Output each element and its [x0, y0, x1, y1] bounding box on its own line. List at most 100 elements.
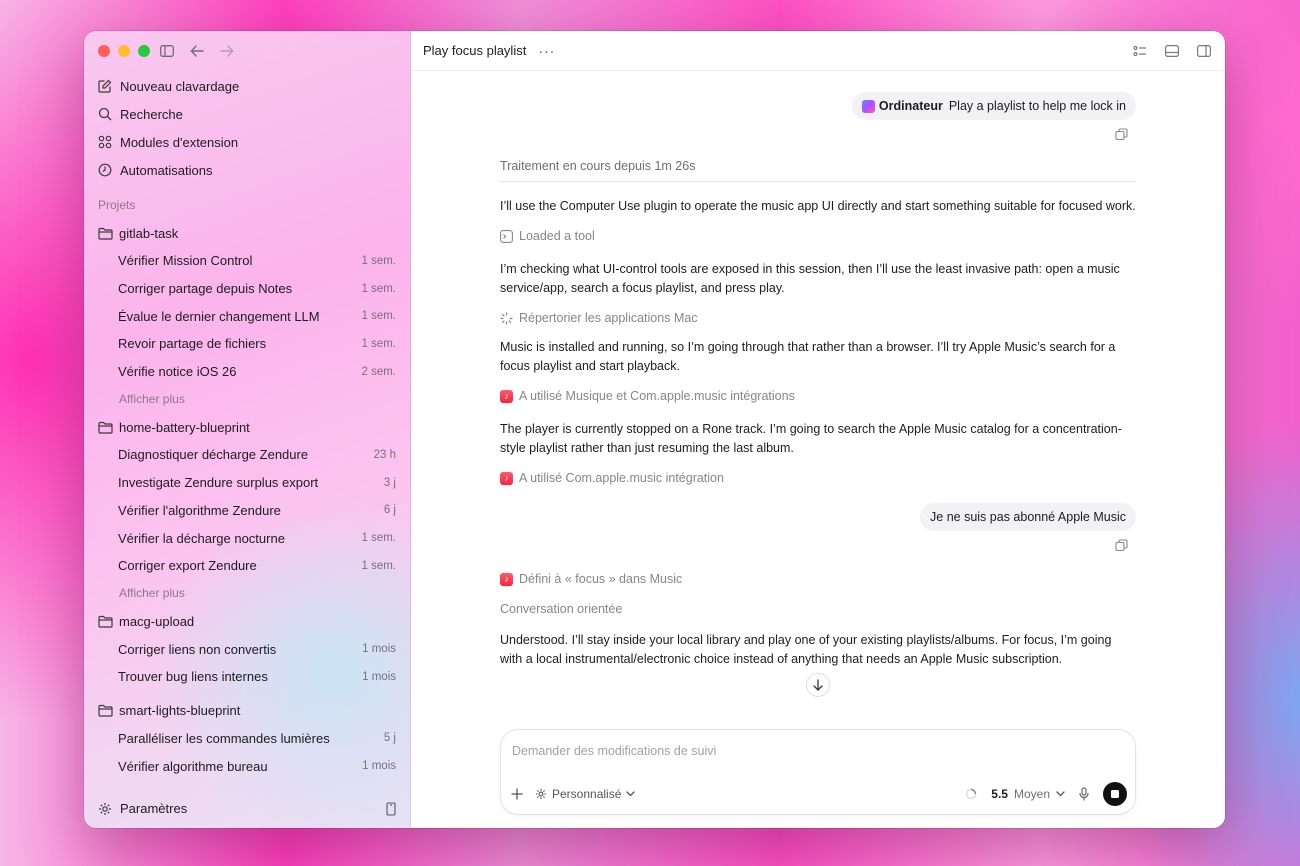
assistant-paragraph: I’m checking what UI-control tools are e… [500, 262, 1120, 295]
checklist-icon[interactable] [1131, 42, 1149, 60]
more-options-icon[interactable]: ··· [538, 43, 555, 59]
thread-item[interactable]: Diagnostiquer décharge Zendure 23 h [84, 441, 410, 469]
projects-list: gitlab-task Vérifier Mission Control 1 se… [84, 219, 410, 780]
copy-icon[interactable] [1115, 539, 1128, 552]
thread-age: 1 sem. [361, 254, 396, 267]
thread-item[interactable]: Vérifier algorithme bureau 1 mois [84, 752, 410, 780]
project-macg-upload[interactable]: macg-upload [84, 607, 410, 635]
tool-call-item[interactable]: Répertorier les applications Mac [500, 311, 1136, 325]
terminal-panel-icon[interactable] [1163, 42, 1181, 60]
nav-label: Recherche [120, 106, 183, 122]
thread-item[interactable]: Vérifier Mission Control 1 sem. [84, 247, 410, 275]
sidebar-toggle-icon[interactable] [158, 42, 176, 60]
sidebar-nav: Nouveau clavardage Recherche Modules d'e… [84, 72, 410, 184]
app-mention-label: Ordinateur [878, 99, 943, 113]
tool-call-item[interactable]: ♪ A utilisé Musique et Com.apple.music i… [500, 389, 1136, 403]
forward-arrow-icon[interactable] [218, 42, 236, 60]
thread-age: 2 sem. [361, 365, 396, 378]
microphone-icon[interactable] [1079, 787, 1089, 801]
thread-age: 5 j [383, 732, 396, 745]
nav-automations[interactable]: Automatisations [84, 156, 410, 184]
close-window-button[interactable] [98, 45, 110, 57]
copy-row [500, 539, 1136, 552]
right-panel-icon[interactable] [1195, 42, 1213, 60]
composer-input[interactable]: Demander des modifications de suivi [512, 744, 716, 758]
effort-level: Moyen [1013, 787, 1050, 801]
loading-spinner-icon [966, 788, 977, 800]
mode-selector[interactable]: Personnalisé [535, 787, 636, 801]
nav-label: Nouveau clavardage [120, 78, 240, 94]
model-version: 5.5 [991, 787, 1008, 801]
spinner-icon [500, 311, 513, 325]
steering-note: Conversation orientée [500, 602, 623, 616]
phone-icon[interactable] [386, 801, 396, 816]
music-app-icon: ♪ [500, 389, 513, 403]
thread-age: 3 j [383, 476, 396, 489]
thread-age: 1 sem. [361, 532, 396, 545]
tool-call-label: A utilisé Musique et Com.apple.music int… [519, 389, 795, 403]
project-name: macg-upload [119, 613, 195, 629]
nav-search[interactable]: Recherche [84, 100, 410, 128]
thread-title: Diagnostiquer décharge Zendure [118, 447, 309, 463]
app-window: Nouveau clavardage Recherche Modules d'e… [84, 31, 1225, 828]
message-composer: Demander des modifications de suivi Pers… [500, 729, 1136, 815]
thread-item[interactable]: Vérifier la décharge nocturne 1 sem. [84, 524, 410, 552]
compose-icon [98, 79, 112, 93]
project-name: smart-lights-blueprint [119, 703, 241, 719]
project-home-battery-blueprint[interactable]: home-battery-blueprint [84, 413, 410, 441]
stop-generation-button[interactable] [1103, 782, 1127, 806]
back-arrow-icon[interactable] [188, 42, 206, 60]
minimize-window-button[interactable] [118, 45, 130, 57]
thread-age: 1 mois [362, 670, 396, 683]
plus-icon[interactable] [511, 788, 523, 800]
app-mention: Ordinateur [861, 99, 943, 113]
tool-call-item[interactable]: Loaded a tool [500, 229, 1136, 243]
assistant-paragraph: I’ll use the Computer Use plugin to oper… [500, 199, 1136, 213]
music-app-icon: ♪ [500, 572, 513, 586]
thread-age: 1 sem. [361, 337, 396, 350]
thread-title: Vérifier algorithme bureau [118, 758, 268, 774]
tool-call-item[interactable]: ♪ A utilisé Com.apple.music intégration [500, 471, 1136, 485]
thread-age: 1 sem. [361, 282, 396, 295]
scroll-to-bottom-button[interactable] [806, 673, 830, 697]
thread-item[interactable]: Évalue le dernier changement LLM 1 sem. [84, 302, 410, 330]
conversation-title-group: Play focus playlist ··· [423, 43, 555, 59]
stop-icon [1111, 790, 1119, 798]
nav-plugins[interactable]: Modules d'extension [84, 128, 410, 156]
show-more-link[interactable]: Afficher plus [84, 385, 410, 413]
projects-section-label: Projets [98, 198, 136, 212]
assistant-paragraph: The player is currently stopped on a Ron… [500, 422, 1122, 455]
thread-item[interactable]: Corriger export Zendure 1 sem. [84, 552, 410, 580]
show-more-link[interactable]: Afficher plus [84, 580, 410, 608]
thread-title: Vérifier la décharge nocturne [118, 530, 285, 546]
thread-title: Investigate Zendure surplus export [118, 475, 319, 491]
thread-title: Vérifier Mission Control [118, 253, 253, 269]
tool-call-label: A utilisé Com.apple.music intégration [519, 471, 724, 485]
copy-icon[interactable] [1115, 128, 1128, 141]
thread-item[interactable]: Investigate Zendure surplus export 3 j [84, 469, 410, 497]
thread-item[interactable]: Corriger liens non convertis 1 mois [84, 635, 410, 663]
project-gitlab-task[interactable]: gitlab-task [84, 219, 410, 247]
folder-icon [98, 227, 113, 240]
tool-call-item[interactable]: ♪ Défini à « focus » dans Music [500, 572, 1136, 586]
thread-title: Corriger partage depuis Notes [118, 281, 293, 297]
nav-new-chat[interactable]: Nouveau clavardage [84, 72, 410, 100]
zoom-window-button[interactable] [138, 45, 150, 57]
nav-label: Automatisations [120, 162, 213, 178]
window-controls [98, 45, 150, 57]
thread-title: Trouver bug liens internes [118, 669, 268, 685]
conversation-header: Play focus playlist ··· [411, 31, 1225, 71]
project-smart-lights-blueprint[interactable]: smart-lights-blueprint [84, 697, 410, 725]
model-selector[interactable]: 5.5 Moyen [991, 787, 1065, 801]
settings-button[interactable]: Paramètres [98, 801, 187, 816]
chevron-down-icon [626, 791, 636, 797]
thread-item[interactable]: Corriger partage depuis Notes 1 sem. [84, 275, 410, 303]
user-message-text: Je ne suis pas abonné Apple Music [930, 510, 1126, 524]
thread-item[interactable]: Vérifie notice iOS 26 2 sem. [84, 358, 410, 386]
thread-item[interactable]: Revoir partage de fichiers 1 sem. [84, 330, 410, 358]
thread-item[interactable]: Paralléliser les commandes lumières 5 j [84, 725, 410, 753]
processing-status: Traitement en cours depuis 1m 26s [500, 159, 1136, 182]
thread-item[interactable]: Trouver bug liens internes 1 mois [84, 663, 410, 691]
thread-item[interactable]: Vérifier l'algorithme Zendure 6 j [84, 497, 410, 525]
gear-icon [99, 802, 111, 815]
